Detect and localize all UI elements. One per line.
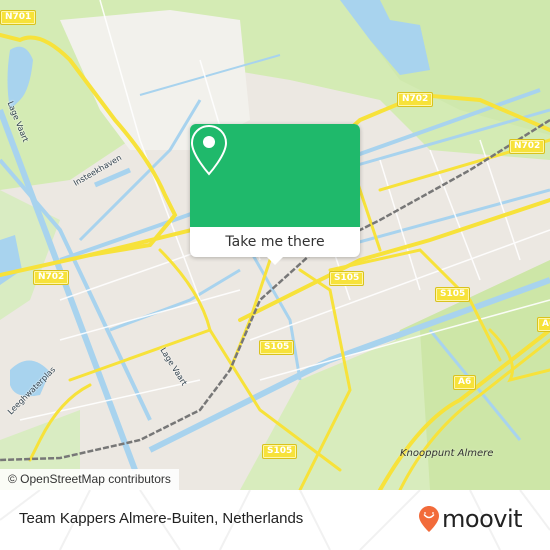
popup-header	[190, 124, 360, 227]
road-label-n702: N702	[396, 92, 434, 107]
road-label-s105: S105	[434, 287, 471, 302]
road-label-s105: S105	[261, 444, 298, 459]
map-pin-icon	[190, 124, 228, 176]
map-view[interactable]: N701 N702 N702 N702 S105 S105 S105 S105 …	[0, 0, 550, 490]
moovit-pin-logo-icon	[419, 506, 439, 532]
road-label-s105: S105	[258, 340, 295, 355]
road-label-n701: N701	[0, 10, 37, 25]
place-name: Team Kappers Almere-Buiten, Netherlands	[19, 510, 304, 527]
footer-bar: Team Kappers Almere-Buiten, Netherlands …	[0, 490, 550, 550]
road-label-n702: N702	[508, 139, 546, 154]
place-label-knooppunt-almere: Knooppunt Almere	[400, 448, 494, 459]
destination-popup: Take me there	[190, 124, 360, 265]
popup-pointer	[267, 257, 283, 265]
road-label-s105: S105	[328, 271, 365, 286]
road-label-n702: N702	[32, 270, 70, 285]
road-label-a6: A6	[452, 375, 477, 390]
map-attribution[interactable]: © OpenStreetMap contributors	[0, 469, 179, 490]
take-me-there-button[interactable]: Take me there	[190, 227, 360, 257]
moovit-logo[interactable]: moovit	[418, 504, 523, 534]
brand-name: moovit	[442, 505, 523, 533]
road-label-a6: A6	[536, 317, 550, 332]
